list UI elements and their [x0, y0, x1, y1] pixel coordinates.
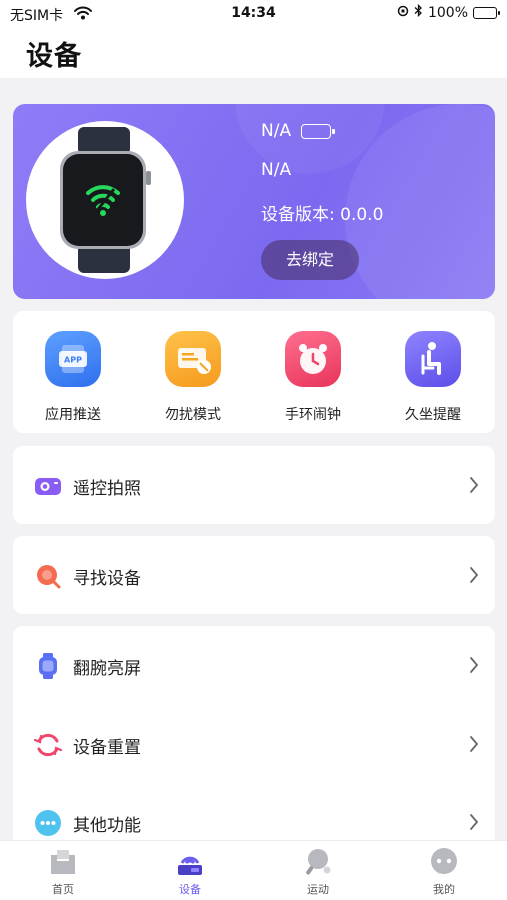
chevron-right-icon [469, 476, 479, 498]
app-push-icon: APP [45, 331, 101, 387]
quick-action-label: 应用推送 [45, 407, 101, 423]
quick-action-label: 勿扰模式 [165, 407, 221, 423]
smartwatch-icon [60, 127, 151, 273]
menu-item-label: 翻腕亮屏 [73, 659, 141, 679]
menu-item-label: 寻找设备 [73, 569, 141, 589]
status-bar: 无SIM卡 14:34 100% [0, 0, 507, 28]
status-right: 100% [397, 3, 500, 21]
chevron-right-icon [469, 735, 479, 757]
device-card: N/A N/A 设备版本: 0.0.0 去绑定 [13, 104, 495, 299]
menu-item-find-device[interactable]: 寻找设备 [13, 536, 495, 614]
quick-action-dnd[interactable]: 勿扰模式 [143, 331, 243, 424]
bluetooth-icon [414, 3, 423, 21]
svg-text:APP: APP [64, 356, 82, 365]
menu-card-find: 寻找设备 [13, 536, 495, 614]
ping-pong-icon [303, 847, 333, 877]
quick-action-sedentary[interactable]: 久坐提醒 [383, 331, 483, 424]
more-icon [34, 809, 62, 837]
chevron-right-icon [469, 566, 479, 588]
profile-icon [429, 847, 459, 877]
tab-label: 我的 [433, 883, 455, 896]
tab-home[interactable]: 首页 [13, 847, 113, 897]
device-name: N/A [261, 121, 292, 141]
do-not-disturb-icon [165, 331, 221, 387]
menu-item-label: 其他功能 [73, 816, 141, 836]
bind-device-button[interactable]: 去绑定 [261, 240, 359, 280]
menu-item-label: 设备重置 [73, 738, 141, 758]
watch-icon [34, 652, 62, 680]
alarm-clock-icon [285, 331, 341, 387]
menu-item-label: 遥控拍照 [73, 479, 141, 499]
quick-action-alarm[interactable]: 手环闹钟 [263, 331, 363, 424]
header: 设备 [0, 28, 507, 78]
quick-action-app-push[interactable]: APP 应用推送 [23, 331, 123, 424]
device-image [26, 121, 184, 279]
home-icon [48, 847, 78, 877]
device-battery-icon [301, 123, 336, 139]
menu-item-remote-camera[interactable]: 遥控拍照 [13, 446, 495, 524]
chevron-right-icon [469, 656, 479, 678]
device-tab-icon [175, 847, 205, 877]
menu-card-settings: 翻腕亮屏 设备重置 其他功能 [13, 626, 495, 866]
find-device-icon [34, 562, 62, 590]
tab-label: 运动 [307, 883, 329, 896]
battery-percent: 100% [427, 4, 468, 21]
reset-icon [33, 731, 63, 759]
tab-device[interactable]: 设备 [140, 847, 240, 897]
orientation-lock-icon [397, 5, 409, 21]
quick-actions: APP 应用推送 勿扰模式 手环闹钟 久坐提醒 [13, 311, 495, 433]
battery-icon [473, 6, 500, 19]
menu-item-wrist-wake[interactable]: 翻腕亮屏 [13, 626, 495, 706]
menu-item-device-reset[interactable]: 设备重置 [13, 705, 495, 785]
quick-action-label: 久坐提醒 [405, 407, 461, 423]
tab-mine[interactable]: 我的 [394, 847, 494, 897]
page-title: 设备 [26, 41, 82, 72]
device-version: 设备版本: 0.0.0 [261, 205, 384, 225]
quick-action-label: 手环闹钟 [285, 407, 341, 423]
chevron-right-icon [469, 813, 479, 835]
tab-sport[interactable]: 运动 [268, 847, 368, 897]
tab-label: 首页 [52, 883, 74, 896]
tab-label: 设备 [179, 883, 201, 896]
device-mac: N/A [261, 160, 292, 180]
camera-icon [34, 472, 62, 500]
menu-card-camera: 遥控拍照 [13, 446, 495, 524]
tab-bar: 首页 设备 运动 我的 [0, 840, 507, 900]
sedentary-icon [405, 331, 461, 387]
